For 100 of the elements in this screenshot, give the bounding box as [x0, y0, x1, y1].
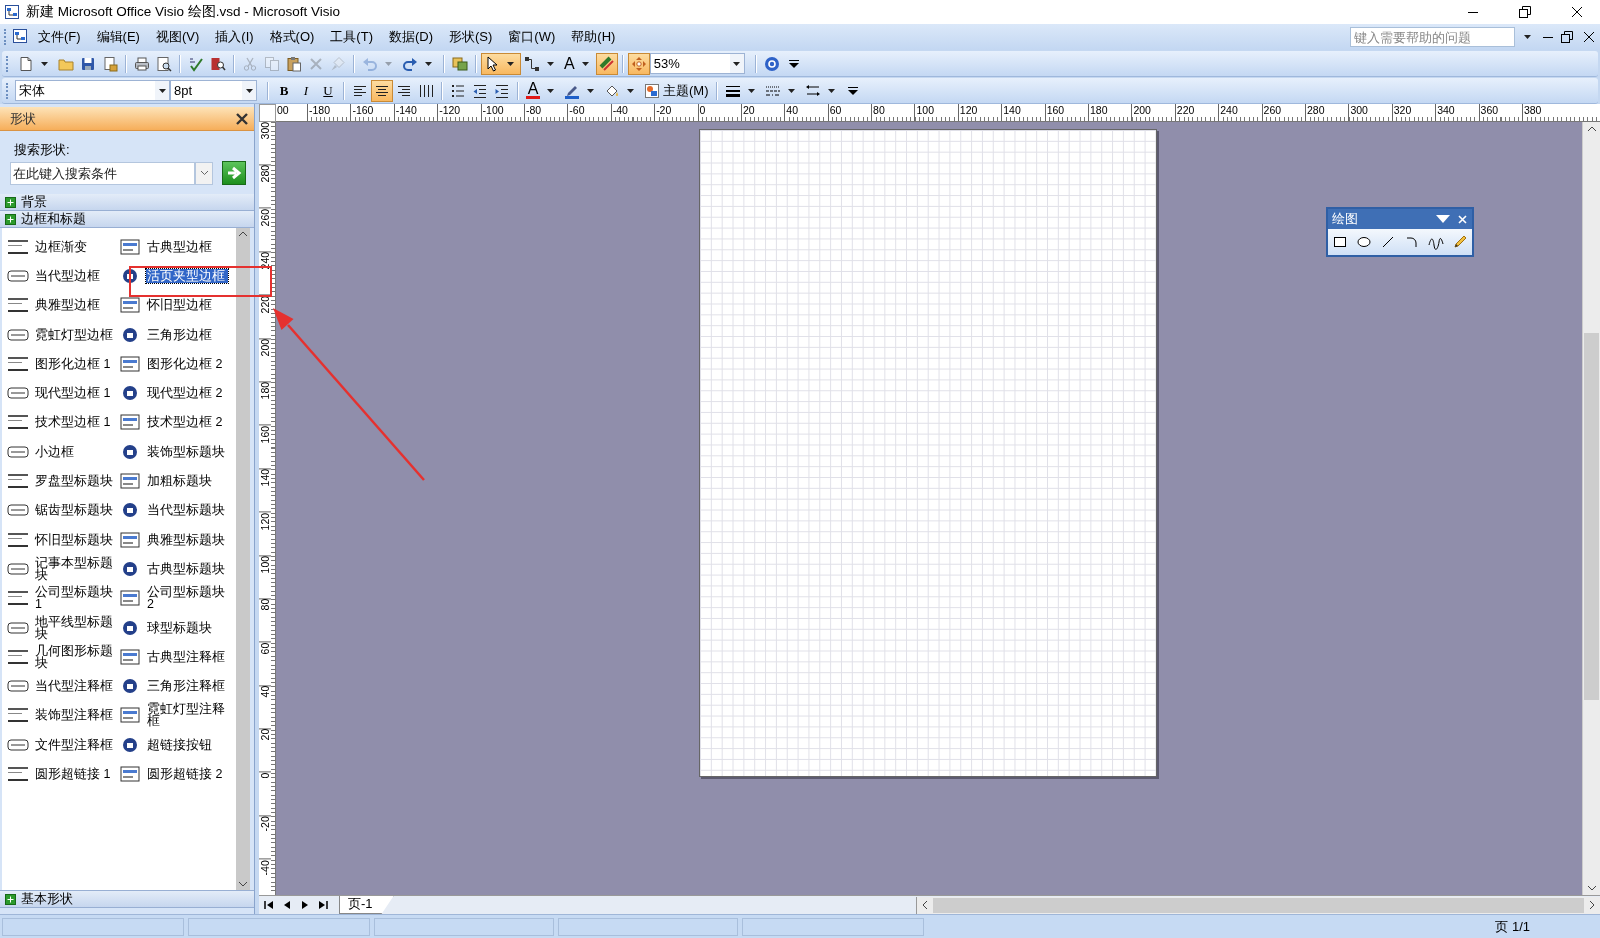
shape-item[interactable]: 霓虹灯型边框 [6, 319, 118, 350]
plus-box-icon [5, 196, 16, 208]
shape-item[interactable]: 当代型注释框 [6, 671, 118, 701]
menu-item[interactable]: 视图(V) [147, 25, 208, 49]
shape-item[interactable]: 地平线型标题块 [6, 612, 118, 643]
shape-item[interactable]: 图形化边框 1 [6, 349, 118, 379]
category-header[interactable]: 基本形状 [0, 890, 254, 908]
dropdown-arrow-icon[interactable] [1523, 34, 1532, 40]
shape-item[interactable]: 霓虹灯型注释框 [118, 700, 236, 731]
shape-thumbnail-icon [118, 588, 142, 609]
help-icon [763, 55, 780, 72]
minimize-icon [1468, 11, 1478, 13]
shape-item[interactable]: 圆形超链接 2 [118, 759, 236, 789]
shape-item[interactable]: 古典型标题块 [118, 554, 236, 584]
shape-thumbnail-icon [118, 236, 142, 257]
shape-item[interactable]: 当代型标题块 [118, 495, 236, 525]
shape-item[interactable]: 圆形超链接 1 [6, 759, 118, 789]
plus-box-icon [5, 213, 16, 225]
shape-item[interactable]: 古典型边框 [118, 232, 236, 262]
italic-button[interactable]: I [295, 79, 317, 102]
arc-tool-icon[interactable] [1404, 234, 1420, 250]
category-header[interactable]: 背景 [0, 194, 254, 211]
category-header[interactable]: 边框和标题 [0, 211, 254, 228]
shape-item[interactable]: 现代型边框 1 [6, 378, 118, 408]
caret-icon [546, 60, 555, 67]
menu-item[interactable]: 帮助(H) [563, 25, 624, 49]
bold-button[interactable]: B [273, 79, 295, 102]
help-search-field[interactable]: 键入需要帮助的问题 [1350, 27, 1515, 47]
text-button[interactable]: A [561, 52, 596, 75]
shape-item[interactable]: 活页夹型边框 [118, 261, 236, 291]
shape-item[interactable]: 技术型边框 1 [6, 407, 118, 438]
fontcolor-button[interactable]: A [523, 79, 561, 102]
shape-item[interactable]: 古典型注释框 [118, 642, 236, 672]
shape-item[interactable]: 球型标题块 [118, 612, 236, 643]
shape-item[interactable]: 怀旧型边框 [118, 290, 236, 320]
shape-item[interactable]: 典雅型标题块 [118, 524, 236, 555]
shape-item[interactable]: 锯齿型标题块 [6, 495, 118, 525]
caret-icon [580, 60, 590, 67]
shape-item[interactable]: 边框渐变 [6, 232, 118, 262]
scissors-icon [242, 55, 258, 72]
shape-item[interactable]: 当代型边框 [6, 261, 118, 291]
shape-item[interactable]: 图形化边框 2 [118, 349, 236, 379]
ellipse-tool-icon[interactable] [1356, 234, 1372, 250]
search-field[interactable]: 在此键入搜索条件 [10, 161, 196, 185]
rectangle-tool-icon[interactable] [1332, 234, 1348, 250]
menu-item[interactable]: 数据(D) [380, 25, 441, 49]
caret-icon [384, 60, 393, 67]
copy-pages-icon [264, 55, 280, 72]
shape-item[interactable]: 公司型标题块 2 [118, 583, 236, 613]
shape-item[interactable]: 小边框 [6, 437, 118, 467]
scroll-right-icon[interactable] [1588, 900, 1596, 910]
shape-item[interactable]: 文件型注释框 [6, 730, 118, 760]
shape-item[interactable]: 公司型标题块 1 [6, 583, 118, 613]
shape-item[interactable]: 怀旧型标题块 [6, 524, 118, 555]
menu-item[interactable]: 格式(O) [261, 25, 323, 49]
pointer-button[interactable] [481, 52, 521, 75]
aligncenter-button[interactable] [371, 79, 393, 102]
vertical-lines-icon [418, 82, 434, 99]
scroll-left-icon[interactable] [920, 900, 929, 910]
shape-item[interactable]: 典雅型边框 [6, 290, 118, 320]
panzoom-button[interactable] [627, 52, 650, 75]
shape-item[interactable]: 加粗标题块 [118, 466, 236, 496]
menu-item[interactable]: 插入(I) [207, 25, 262, 49]
scroll-up-icon[interactable] [1586, 125, 1597, 133]
close-icon[interactable] [1457, 213, 1468, 225]
caret-icon [506, 60, 515, 67]
connpoint-button[interactable] [595, 52, 618, 75]
menu-item[interactable]: 形状(S) [441, 25, 501, 49]
menu-item[interactable]: 文件(F) [30, 25, 89, 49]
underline-button[interactable]: U [317, 79, 339, 102]
scroll-down-icon[interactable] [1586, 884, 1597, 892]
page-tab[interactable]: 页-1 [339, 896, 394, 914]
scroll-down-icon[interactable] [238, 880, 248, 888]
line-tool-icon[interactable] [1380, 234, 1396, 250]
shape-item[interactable]: 罗盘型标题块 [6, 466, 118, 496]
dropdown-triangle-icon[interactable] [1435, 213, 1451, 225]
shape-item[interactable]: 超链接按钮 [118, 730, 236, 760]
shape-item[interactable]: 几何图形标题块 [6, 642, 118, 672]
scroll-up-icon[interactable] [238, 230, 248, 238]
shape-item[interactable]: 三角形边框 [118, 319, 236, 350]
shape-item[interactable]: 现代型边框 2 [118, 378, 236, 408]
bullet-list-icon [450, 82, 466, 99]
theme-button[interactable]: 主题(M) [641, 79, 712, 102]
menu-item[interactable]: 工具(T) [322, 25, 381, 49]
shape-item[interactable]: 装饰型标题块 [118, 437, 236, 467]
shape-thumbnail-icon [118, 764, 142, 784]
scrollbar-thumb[interactable] [932, 897, 1584, 913]
shape-item[interactable]: 技术型边框 2 [118, 407, 236, 438]
shape-item[interactable]: 三角形注释框 [118, 671, 236, 701]
shape-item[interactable]: 装饰型注释框 [6, 700, 118, 731]
search-go-button[interactable] [222, 161, 246, 185]
menu-item[interactable]: 窗口(W) [500, 25, 564, 49]
first-page-icon[interactable] [263, 899, 275, 911]
last-page-icon[interactable] [317, 899, 329, 911]
menu-item[interactable]: 编辑(E) [88, 25, 148, 49]
caret-icon [826, 87, 836, 94]
close-button[interactable] [234, 110, 248, 127]
shape-item[interactable]: 记事本型标题块 [6, 554, 118, 584]
scrollbar-thumb[interactable] [1584, 333, 1599, 700]
pencil-icon[interactable] [1452, 234, 1468, 250]
